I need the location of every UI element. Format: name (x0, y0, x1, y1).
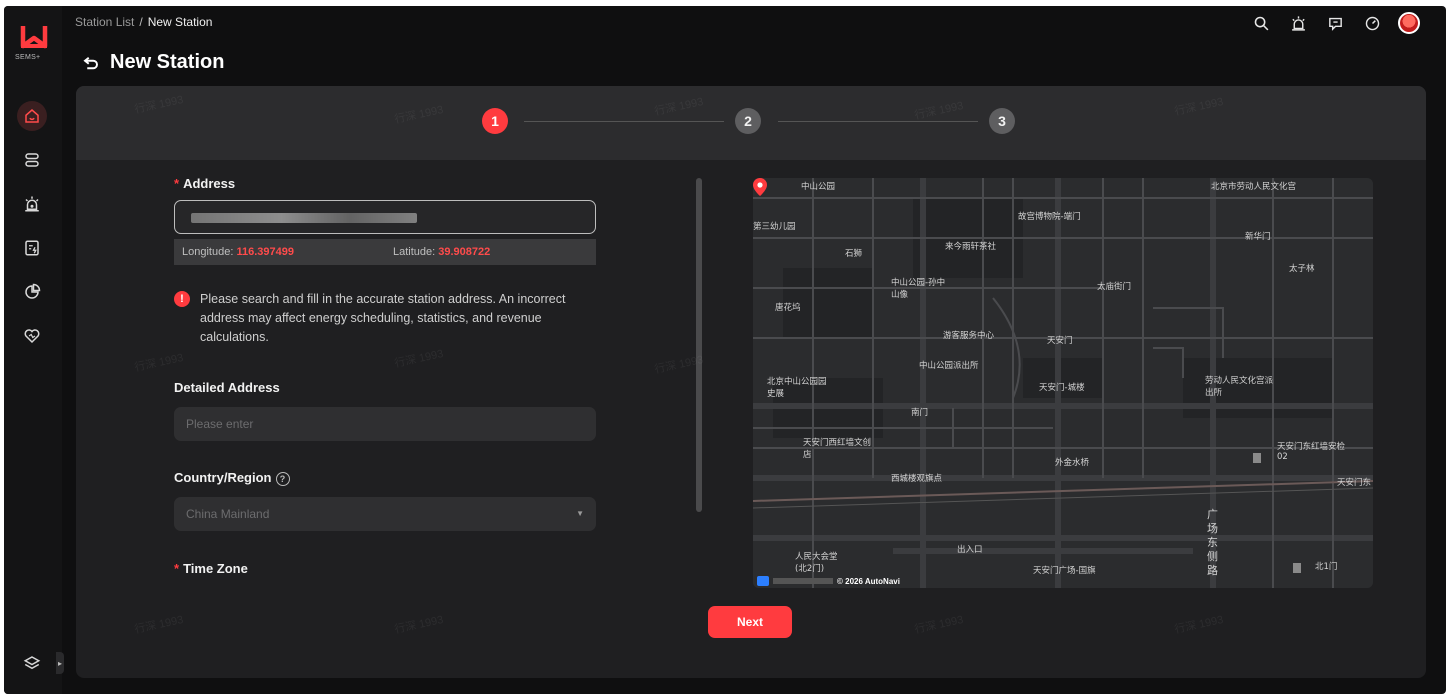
stepper: 1 2 3 (76, 86, 1426, 160)
sidebar-item-alarms[interactable] (17, 189, 47, 219)
step-connector (778, 121, 978, 122)
help-icon[interactable]: ? (275, 471, 290, 486)
page-title: New Station (110, 51, 225, 73)
map-label: 北1门 (1315, 562, 1338, 572)
page-header: New Station (82, 51, 224, 74)
sidebar-item-analytics[interactable] (17, 277, 47, 307)
map-label: 广场东侧路 (1207, 508, 1218, 577)
new-station-card: 1 2 3 * Address Longitude: 116.397499 Lat… (76, 86, 1426, 678)
sidebar-item-devices[interactable] (17, 145, 47, 175)
address-input[interactable] (174, 200, 596, 234)
redacted-map-text (773, 578, 833, 584)
message-button[interactable] (1324, 12, 1346, 34)
map-label: 故宫博物院-端门 (1018, 212, 1081, 222)
layers-icon (23, 656, 41, 670)
longitude-label: Longitude: (182, 246, 234, 258)
step-2: 2 (735, 108, 761, 134)
map-label: 太庙街门 (1097, 282, 1132, 292)
back-arrow-icon[interactable] (82, 54, 100, 72)
location-pin-icon (753, 178, 767, 196)
address-warning: ! Please search and fill in the accurate… (174, 290, 598, 347)
sidebar-item-favorites[interactable] (17, 321, 47, 351)
map-label: 天安门-城楼 (1039, 383, 1085, 393)
step-3: 3 (989, 108, 1015, 134)
home-icon (25, 109, 39, 123)
map-label: 中山公园派出所 (919, 361, 979, 371)
search-button[interactable] (1250, 12, 1272, 34)
coordinates-bar: Longitude: 116.397499 Latitude: 39.90872… (174, 239, 596, 265)
user-avatar[interactable] (1398, 12, 1420, 34)
breadcrumb-separator: / (139, 15, 143, 29)
map-label: 石狮 (845, 249, 863, 259)
sidebar-item-reports[interactable] (17, 233, 47, 263)
logo-text: SEMS+ (15, 54, 41, 61)
location-map[interactable]: 中山公园 北京市劳动人民文化宫 故宫博物院-端门 第三幼儿园 石狮 来今雨轩茶社… (753, 178, 1373, 588)
timezone-label: * Time Zone (174, 560, 248, 576)
breadcrumb-current: New Station (147, 15, 213, 29)
warning-icon: ! (174, 291, 190, 307)
gauge-icon (1365, 16, 1379, 30)
map-label: 外金水桥 (1055, 458, 1090, 468)
address-label: * Address (174, 176, 236, 191)
map-label: 游客服务中心 (943, 331, 995, 341)
step-1: 1 (482, 108, 508, 134)
chevron-down-icon: ▼ (576, 508, 584, 518)
map-label: 太子林 (1289, 264, 1315, 274)
heart-icon (24, 329, 40, 344)
app-window: SEMS+ ▸ Station List / New Station New Sta… (4, 6, 1446, 694)
step-connector (524, 121, 724, 122)
station-form: * Address Longitude: 116.397499 Latitude:… (174, 176, 598, 576)
detailed-address-label: Detailed Address (174, 380, 280, 395)
alarm-icon (25, 196, 39, 212)
breadcrumb-parent[interactable]: Station List (75, 15, 134, 29)
country-select[interactable]: China Mainland ▼ (174, 496, 596, 531)
map-label: 新华门 (1245, 232, 1271, 242)
map-attribution: © 2026 AutoNavi (757, 576, 900, 586)
map-label: 唐花坞 (775, 303, 801, 313)
map-provider-logo-icon (757, 576, 769, 586)
map-label: 中山公园 (801, 182, 836, 192)
detailed-address-input[interactable] (174, 407, 596, 441)
map-label: 南门 (911, 408, 929, 418)
map-label: 西城楼观旗点 (891, 474, 943, 484)
sidebar-item-layers[interactable] (17, 648, 47, 678)
map-label: 天安门西红墙文创店 (803, 438, 872, 460)
map-label: 北京市劳动人民文化宫 (1211, 182, 1297, 192)
latitude-label: Latitude: (393, 246, 436, 258)
report-icon (25, 240, 39, 256)
map-label: 中山公园-孙中山像 (891, 278, 946, 300)
redacted-address-value (191, 213, 417, 223)
alarm-icon (1291, 15, 1305, 31)
latitude-value: 39.908722 (438, 246, 491, 258)
breadcrumb: Station List / New Station (75, 15, 212, 29)
map-label: 天安门广场-国旗 (1033, 566, 1096, 576)
device-stack-icon (25, 153, 39, 167)
sidebar-collapse-handle[interactable]: ▸ (56, 652, 64, 674)
chat-icon (1328, 17, 1342, 31)
map-label: 天安门东 (1337, 478, 1372, 488)
logo-icon[interactable] (19, 24, 49, 50)
next-button[interactable]: Next (708, 606, 792, 638)
map-label: 天安门东红墙安检02 (1277, 442, 1346, 462)
map-copyright: © 2026 AutoNavi (837, 576, 900, 586)
header-toolbar (1250, 12, 1420, 34)
warning-text: Please search and fill in the accurate s… (200, 292, 566, 344)
map-label: 第三幼儿园 (753, 222, 796, 232)
map-label: 北京中山公园园史展 (767, 377, 827, 399)
alarm-button[interactable] (1287, 12, 1309, 34)
search-icon (1254, 16, 1268, 30)
dashboard-button[interactable] (1361, 12, 1383, 34)
map-label: 劳动人民文化宫派出所 (1205, 376, 1274, 398)
country-label: Country/Region? (174, 470, 598, 486)
longitude-value: 116.397499 (236, 246, 294, 258)
map-label: 出入口 (957, 545, 983, 555)
form-scrollbar[interactable] (696, 178, 702, 512)
country-value: China Mainland (186, 506, 270, 521)
map-label: 来今雨轩茶社 (945, 242, 997, 252)
pie-chart-icon (25, 283, 41, 299)
sidebar: SEMS+ ▸ (4, 6, 64, 694)
sidebar-item-home[interactable] (17, 101, 47, 131)
map-label: 天安门 (1047, 336, 1073, 346)
map-label: 人民大会堂(北2门) (795, 552, 838, 574)
